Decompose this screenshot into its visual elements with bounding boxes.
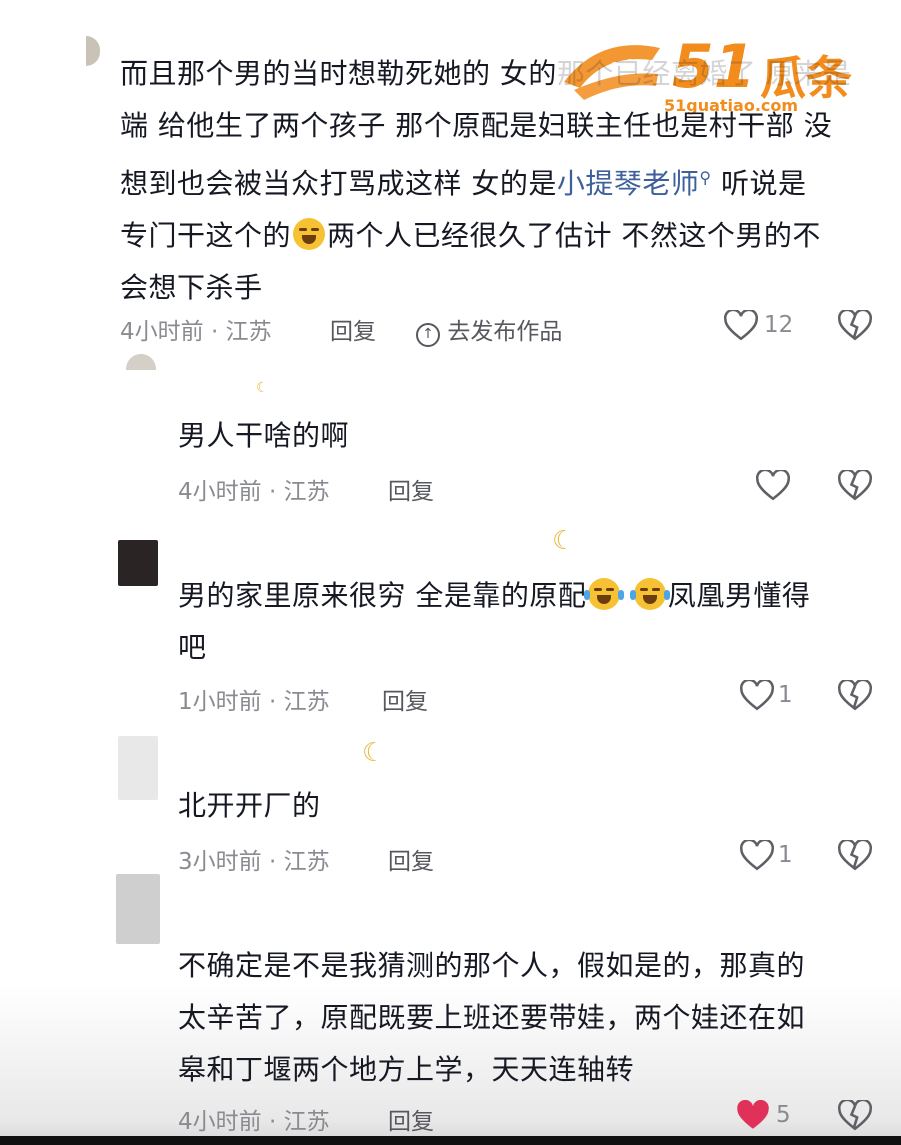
goto-post-button[interactable]: ↑ 去发布作品 [416, 312, 562, 347]
avatar[interactable] [116, 874, 160, 944]
reply-button[interactable]: 回复 [388, 1102, 434, 1136]
reply-button[interactable]: 回复 [388, 472, 434, 506]
arrow-up-circle-icon: ↑ [416, 323, 440, 347]
moon-decoration-icon: ☾ [256, 380, 269, 396]
reply-button[interactable]: 回复 [388, 842, 434, 876]
dislike-broken-heart-icon[interactable] [838, 1100, 872, 1132]
crying-laugh-emoji-icon [293, 218, 326, 250]
like-count: 1 [778, 842, 793, 868]
search-link[interactable]: 小提琴老师⚲ [557, 167, 712, 200]
like-heart-icon[interactable] [740, 680, 774, 712]
comment-time: 4小时前 · 江苏 [178, 479, 330, 505]
moon-decoration-icon: ☾ [362, 738, 386, 768]
moon-decoration-icon: ☾ [552, 526, 576, 556]
reply-button[interactable]: 回复 [330, 312, 376, 346]
avatar[interactable] [86, 36, 100, 66]
comment-text: 而且那个男的当时想勒死她的 女的那个已经离婚了 原来是 端 给他生了两个孩子 那… [120, 57, 852, 304]
comment-text: 不确定是不是我猜测的那个人，假如是的，那真的 太辛苦了，原配既要上班还要带娃，两… [178, 949, 806, 1086]
bottom-edge-bar [0, 1136, 901, 1145]
search-icon: ⚲ [699, 168, 712, 187]
comment-text: 男的家里原来很穷 全是靠的原配 凤凰男懂得 吧 [178, 578, 811, 664]
dislike-broken-heart-icon[interactable] [838, 470, 872, 502]
dislike-broken-heart-icon[interactable] [838, 680, 872, 712]
reply-button[interactable]: 回复 [382, 682, 428, 716]
comment-time: 3小时前 · 江苏 [178, 849, 330, 875]
liked-heart-icon[interactable] [736, 1100, 770, 1132]
like-count: 1 [778, 682, 793, 708]
avatar[interactable] [126, 354, 156, 370]
laugh-cry-emoji-icon [629, 578, 670, 610]
comment-text: 北开开厂的 [178, 789, 321, 822]
avatar[interactable] [118, 736, 158, 800]
dislike-broken-heart-icon[interactable] [838, 840, 872, 872]
laugh-cry-emoji-icon [584, 578, 625, 610]
like-count: 5 [776, 1102, 791, 1128]
dislike-broken-heart-icon[interactable] [838, 310, 872, 342]
like-heart-icon[interactable] [740, 840, 774, 872]
comment-text: 男人干啥的啊 [178, 419, 350, 452]
like-count: 12 [764, 312, 794, 338]
like-heart-icon[interactable] [756, 470, 790, 502]
comment-time: 1小时前 · 江苏 [178, 689, 330, 715]
comment-time: 4小时前 · 江苏 [178, 1109, 330, 1135]
comment-time: 4小时前 · 江苏 [120, 319, 272, 345]
like-heart-icon[interactable] [724, 310, 758, 342]
avatar[interactable] [118, 540, 158, 586]
